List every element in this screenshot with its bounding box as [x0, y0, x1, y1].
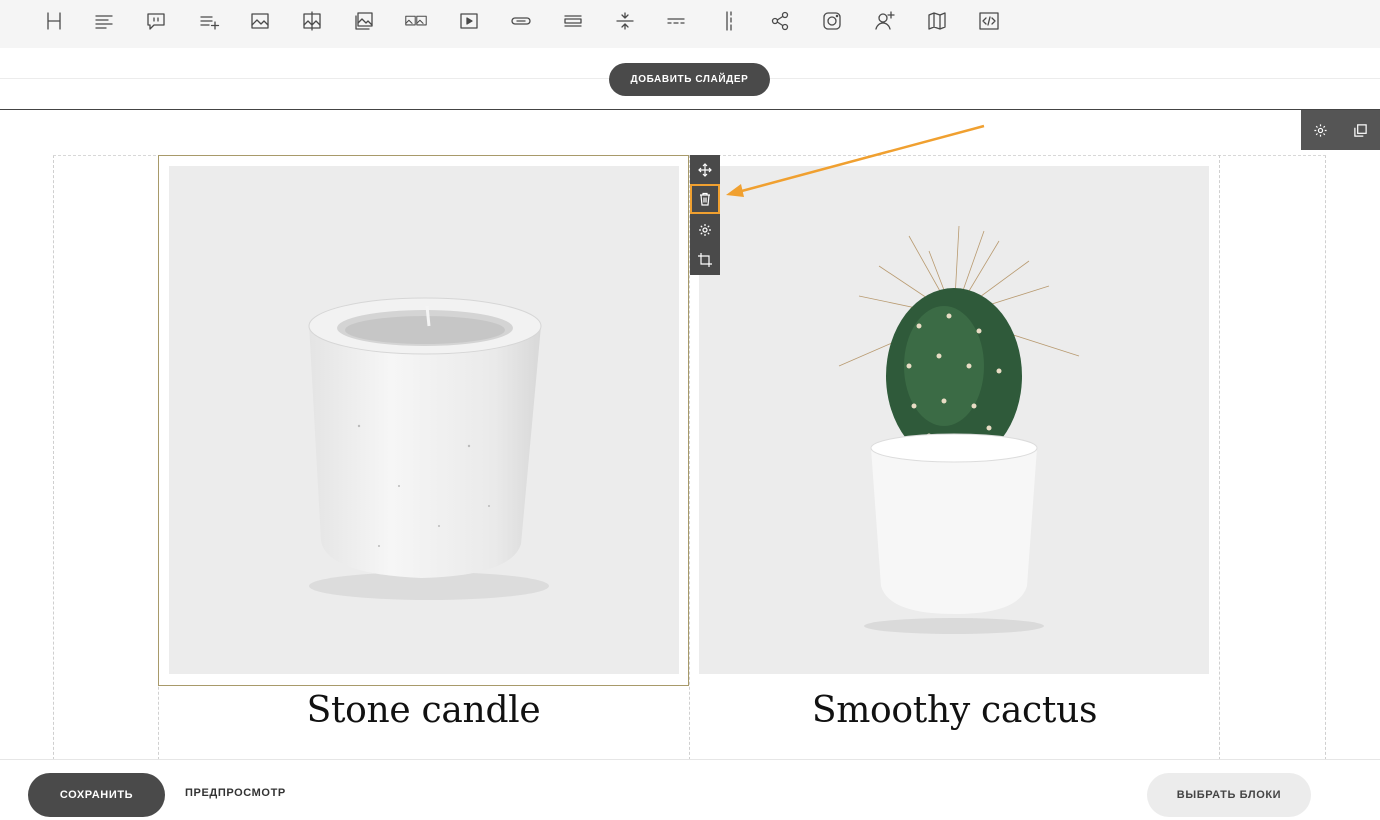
block-top-border	[0, 109, 1380, 110]
bottom-bar: СОХРАНИТЬ ПРЕДПРОСМОТР ВЫБРАТЬ БЛОКИ	[0, 759, 1380, 820]
block-controls	[1301, 110, 1380, 150]
gear-icon[interactable]	[690, 215, 720, 245]
heading-icon[interactable]	[41, 8, 67, 34]
add-person-icon[interactable]	[872, 8, 898, 34]
product-title: Stone candle	[306, 690, 541, 731]
gear-icon[interactable]	[1301, 110, 1341, 150]
add-slider-button[interactable]: ДОБАВИТЬ СЛАЙДЕР	[609, 63, 770, 96]
share-icon[interactable]	[767, 8, 793, 34]
move-icon[interactable]	[690, 155, 720, 185]
code-icon[interactable]	[976, 8, 1002, 34]
vertical-divider-icon[interactable]	[716, 8, 742, 34]
editor-toolbar	[0, 0, 1380, 48]
product-title: Smoothy cactus	[811, 690, 1098, 731]
copy-icon[interactable]	[1341, 110, 1380, 150]
cactus-image[interactable]	[699, 166, 1209, 674]
choose-blocks-button[interactable]: ВЫБРАТЬ БЛОКИ	[1147, 773, 1311, 817]
gallery-icon[interactable]	[351, 8, 377, 34]
double-image-icon[interactable]	[403, 8, 429, 34]
trash-icon[interactable]	[690, 184, 720, 214]
video-icon[interactable]	[456, 8, 482, 34]
preview-link[interactable]: ПРЕДПРОСМОТР	[185, 787, 286, 799]
divider-icon[interactable]	[663, 8, 689, 34]
crop-icon[interactable]	[690, 245, 720, 275]
list-add-icon[interactable]	[196, 8, 222, 34]
image-compare-icon[interactable]	[299, 8, 325, 34]
image-icon[interactable]	[247, 8, 273, 34]
save-button[interactable]: СОХРАНИТЬ	[28, 773, 165, 817]
text-icon[interactable]	[91, 8, 117, 34]
instagram-icon[interactable]	[819, 8, 845, 34]
column-guide	[1219, 155, 1220, 775]
button-icon[interactable]	[508, 8, 534, 34]
column-toolbar	[690, 155, 720, 275]
map-icon[interactable]	[924, 8, 950, 34]
quote-icon[interactable]	[143, 8, 169, 34]
selected-column-frame	[158, 155, 689, 686]
columns-lines-icon[interactable]	[560, 8, 586, 34]
spacer-icon[interactable]	[612, 8, 638, 34]
